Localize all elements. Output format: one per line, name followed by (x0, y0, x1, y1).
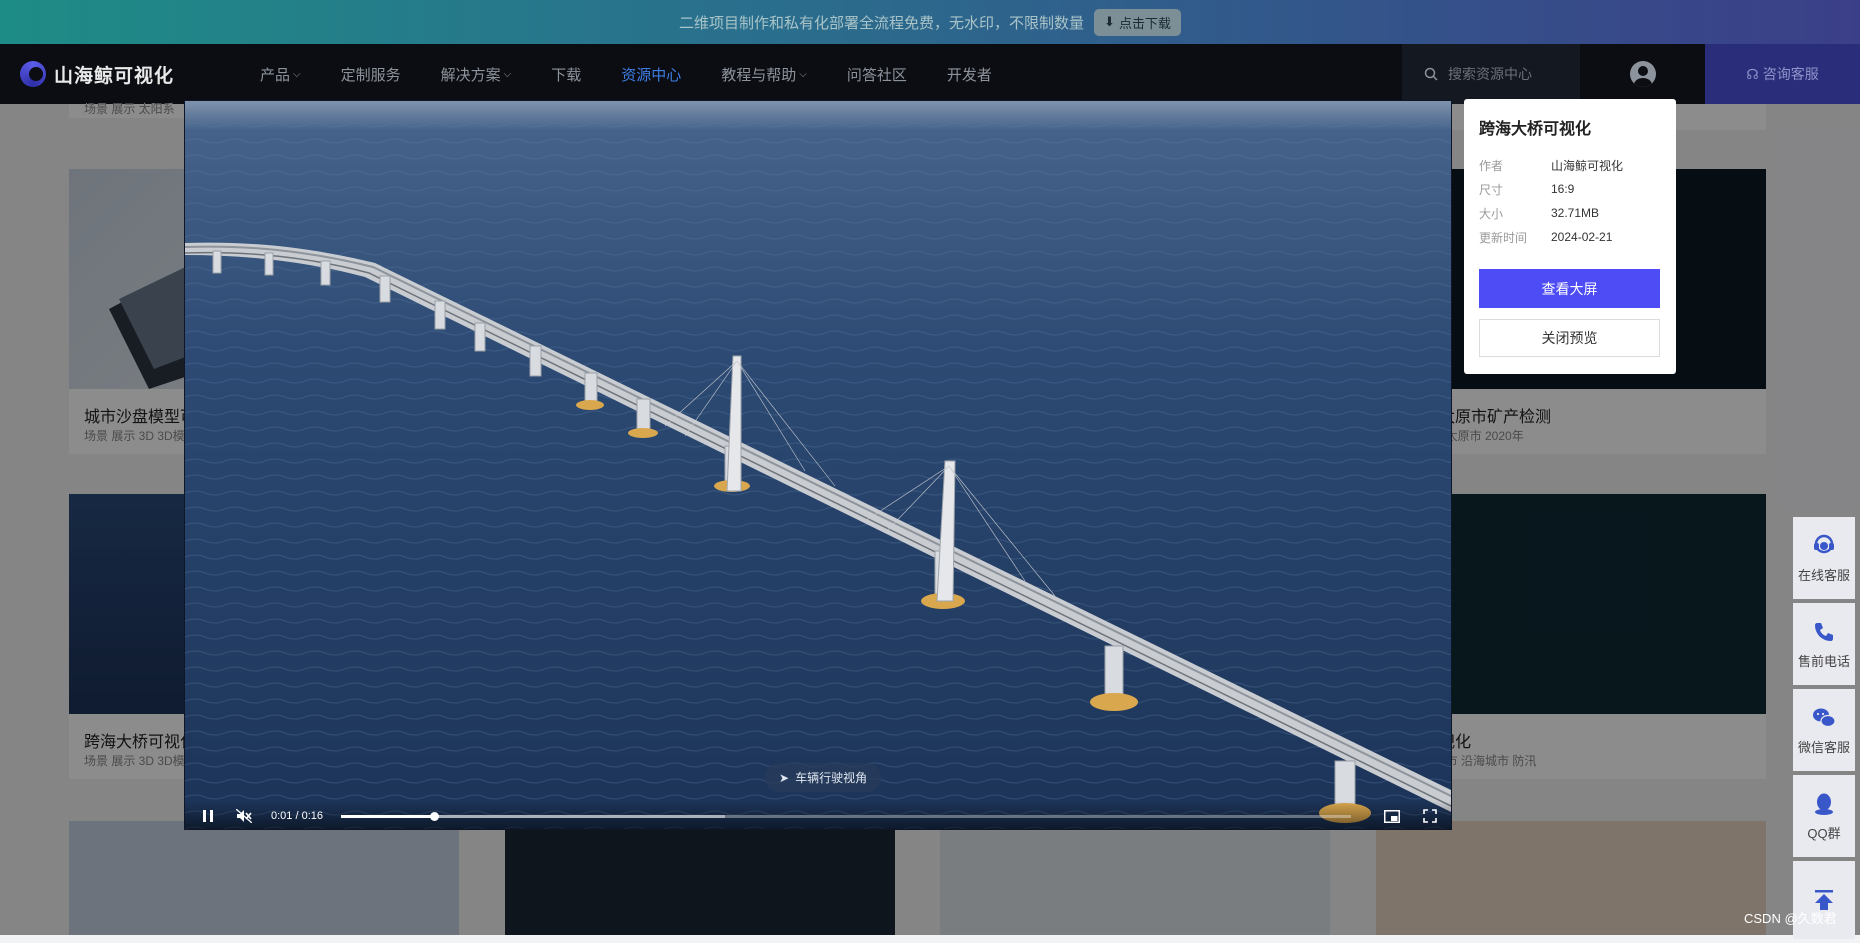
camera-view-text: 车辆行驶视角 (795, 771, 868, 785)
nav-item-product[interactable]: 产品 ⌵ (260, 64, 301, 85)
download-icon: ⬇ (1104, 14, 1115, 29)
picture-in-picture-icon (1384, 809, 1400, 823)
progress-bar[interactable] (341, 811, 1352, 821)
video-controls-right (1379, 803, 1443, 829)
fullscreen-icon (1423, 809, 1437, 823)
logo-icon (20, 61, 46, 87)
meta-label: 更新时间 (1479, 230, 1528, 245)
pause-icon (203, 810, 213, 822)
promo-text: 二维项目制作和私有化部署全流程免费，无水印，不限制数量 (679, 14, 1085, 32)
view-screen-button[interactable]: 查看大屏 (1479, 269, 1660, 308)
time-separator: / (295, 810, 299, 822)
fullscreen-button[interactable] (1417, 803, 1443, 829)
watermark: CSDN @久数君 (1744, 911, 1837, 926)
nav-item-custom-service[interactable]: 定制服务 (341, 64, 401, 85)
sidebar-item-label: 微信客服 (1797, 739, 1850, 755)
meta-value: 2024-02-21 (1551, 230, 1613, 244)
nav-item-label: 定制服务 (340, 66, 401, 84)
promo-download-label: 点击下载 (1118, 15, 1171, 31)
avatar[interactable] (1630, 61, 1656, 87)
logo[interactable]: 山海鲸可视化 (20, 61, 240, 88)
qq-icon (1815, 793, 1833, 815)
floating-sidebar: 在线客服 售前电话 微信客服 QQ群 (1793, 517, 1855, 943)
picture-in-picture-button[interactable] (1379, 803, 1405, 829)
nav-item-qa-community[interactable]: 问答社区 (847, 64, 907, 85)
top-navbar: 山海鲸可视化 产品 ⌵ 定制服务 解决方案 ⌵ 下载 资源中心 教程与帮助 ⌵ 问答社… (0, 44, 1860, 104)
chevron-down-icon: ⌵ (293, 68, 301, 80)
sidebar-item-label: 售前电话 (1797, 653, 1850, 669)
sidebar-item-online-service[interactable]: 在线客服 (1793, 517, 1855, 599)
meta-row-filesize: 大小 32.71MB (1479, 201, 1661, 225)
meta-label: 尺寸 (1479, 182, 1504, 197)
preview-info-panel: 跨海大桥可视化 作者 山海鲸可视化 尺寸 16:9 大小 32.71MB 更新时… (1464, 99, 1676, 374)
nav-search (1402, 44, 1580, 104)
sidebar-item-presale-phone[interactable]: 售前电话 (1793, 603, 1855, 685)
nav-item-download[interactable]: 下载 (551, 64, 581, 85)
played-bar (341, 814, 434, 818)
muted-speaker-icon (236, 809, 252, 823)
time-display: 0:01 / 0:16 (271, 810, 323, 822)
phone-icon (1815, 622, 1833, 641)
pause-button[interactable] (195, 803, 221, 829)
nav-item-label: 下载 (551, 66, 582, 84)
camera-view-label: ➤ 车辆行驶视角 (765, 763, 882, 792)
duration: 0:16 (301, 810, 324, 822)
sidebar-item-label: QQ群 (1807, 825, 1841, 841)
consult-label: 咨询客服 (1762, 66, 1819, 82)
search-icon (1424, 67, 1438, 81)
nav-item-label: 产品 (260, 66, 291, 84)
meta-value: 16:9 (1551, 182, 1575, 196)
nav-item-solutions[interactable]: 解决方案 ⌵ (441, 64, 512, 85)
promo-download-button[interactable]: ⬇ 点击下载 (1094, 8, 1181, 36)
meta-label: 作者 (1479, 158, 1504, 173)
nav-item-tutorials[interactable]: 教程与帮助 ⌵ (721, 64, 807, 85)
nav-item-label: 开发者 (946, 66, 992, 84)
headset-icon: ☊ (1746, 65, 1759, 82)
chevron-down-icon: ⌵ (799, 68, 807, 80)
meta-row-size: 尺寸 16:9 (1479, 177, 1661, 201)
preview-meta: 作者 山海鲸可视化 尺寸 16:9 大小 32.71MB 更新时间 2024-0… (1479, 153, 1661, 249)
meta-value: 山海鲸可视化 (1551, 158, 1624, 173)
chevron-down-icon: ⌵ (503, 68, 512, 80)
nav-item-label: 资源中心 (621, 66, 682, 84)
preview-title: 跨海大桥可视化 (1479, 121, 1592, 138)
promo-bar: 二维项目制作和私有化部署全流程免费，无水印，不限制数量 ⬇ 点击下载 (0, 0, 1860, 44)
sidebar-item-label: 在线客服 (1797, 567, 1850, 583)
close-preview-button[interactable]: 关闭预览 (1479, 319, 1660, 357)
video-player[interactable]: ➤ 车辆行驶视角 0:01 / 0:16 (184, 100, 1452, 830)
sidebar-item-wechat[interactable]: 微信客服 (1793, 689, 1855, 771)
bridge-video-frame (185, 101, 1451, 829)
nav-menu: 产品 ⌵ 定制服务 解决方案 ⌵ 下载 资源中心 教程与帮助 ⌵ 问答社区 开发者 (260, 64, 1032, 85)
video-controls: 0:01 / 0:16 (185, 801, 1451, 829)
nav-item-label: 教程与帮助 (721, 66, 797, 84)
nav-item-resource-center[interactable]: 资源中心 (621, 64, 681, 85)
nav-item-label: 问答社区 (846, 66, 907, 84)
nav-item-label: 解决方案 (440, 66, 501, 84)
logo-text: 山海鲸可视化 (54, 65, 175, 87)
mute-button[interactable] (231, 803, 257, 829)
meta-value: 32.71MB (1551, 206, 1600, 220)
progress-handle[interactable] (429, 811, 439, 821)
send-icon: ➤ (779, 770, 790, 785)
meta-row-author: 作者 山海鲸可视化 (1479, 153, 1661, 177)
headset-icon (1814, 534, 1834, 553)
current-time: 0:01 (271, 810, 293, 822)
consult-button[interactable]: ☊ 咨询客服 (1705, 44, 1860, 104)
search-input[interactable] (1446, 65, 1576, 83)
sidebar-item-back-to-top[interactable] (1793, 861, 1855, 939)
meta-label: 大小 (1479, 206, 1504, 221)
wechat-icon (1813, 708, 1836, 727)
nav-item-developer[interactable]: 开发者 (947, 64, 992, 85)
meta-row-updated: 更新时间 2024-02-21 (1479, 225, 1661, 249)
sidebar-item-qq-group[interactable]: QQ群 (1793, 775, 1855, 857)
